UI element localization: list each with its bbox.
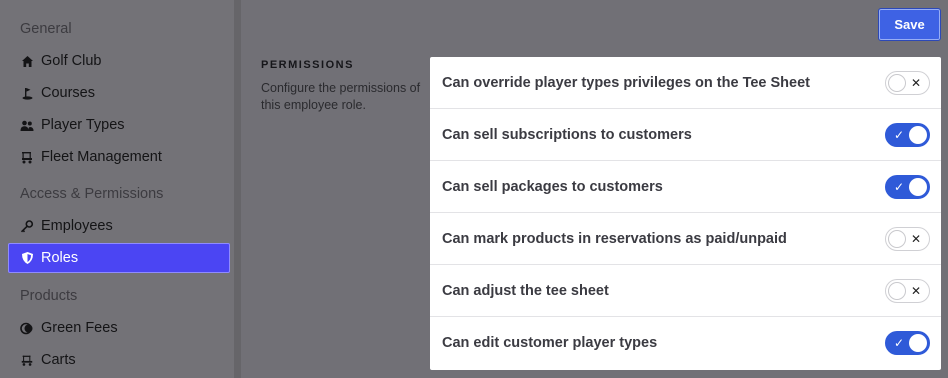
sidebar-item-employees[interactable]: Employees — [8, 211, 230, 241]
sidebar-item-green-fees[interactable]: Green Fees — [8, 313, 230, 343]
sidebar-item-label: Carts — [41, 352, 76, 368]
toggle-knob — [888, 230, 906, 248]
sidebar-item-roles[interactable]: Roles — [8, 243, 230, 273]
toggle-knob — [888, 74, 906, 92]
permission-label: Can sell subscriptions to customers — [442, 126, 692, 143]
sidebar-item-fleet-management[interactable]: Fleet Management — [8, 142, 230, 172]
permission-label: Can edit customer player types — [442, 335, 658, 351]
cart-icon — [20, 353, 34, 367]
x-icon: ✕ — [910, 76, 921, 90]
house-icon — [20, 54, 34, 68]
sidebar-item-label: Roles — [41, 250, 79, 266]
x-icon: ✕ — [910, 232, 921, 246]
permission-toggle[interactable]: ✕ — [885, 279, 930, 303]
sidebar-item-courses[interactable]: Courses — [8, 78, 230, 108]
permission-row-sell-packages: Can sell packages to customers ✓ — [430, 161, 941, 213]
permission-toggle[interactable]: ✓ — [885, 123, 930, 147]
x-icon: ✕ — [910, 284, 921, 298]
golf-cart-icon — [20, 150, 34, 164]
sidebar-item-label: Player Types — [41, 117, 125, 133]
toggle-knob — [909, 334, 927, 352]
sidebar-divider — [234, 0, 241, 378]
permission-row-edit-customer-player-types: Can edit customer player types ✓ — [430, 317, 941, 369]
permission-row-sell-subscriptions: Can sell subscriptions to customers ✓ — [430, 109, 941, 161]
sidebar-item-carts[interactable]: Carts — [8, 345, 230, 375]
permission-toggle[interactable]: ✕ — [885, 227, 930, 251]
toggle-knob — [909, 126, 927, 144]
golf-flag-icon — [20, 86, 34, 100]
permissions-panel: Can override player types privileges on … — [430, 57, 941, 370]
sidebar-item-golf-club[interactable]: Golf Club — [8, 46, 230, 76]
section-title-products: Products — [20, 288, 78, 304]
sidebar-item-label: Fleet Management — [41, 149, 162, 165]
key-icon — [20, 219, 34, 233]
permission-toggle[interactable]: ✓ — [885, 175, 930, 199]
permissions-heading: PERMISSIONS — [261, 59, 354, 71]
sidebar: General Golf Club Courses Player Types F… — [0, 0, 234, 378]
toggle-knob — [888, 282, 906, 300]
sidebar-item-label: Courses — [41, 85, 95, 101]
permission-label: Can mark products in reservations as pai… — [442, 230, 787, 247]
permissions-description: Configure the permissions of this employ… — [261, 81, 421, 112]
permission-toggle[interactable]: ✓ — [885, 331, 930, 355]
permission-label: Can adjust the tee sheet — [442, 282, 609, 299]
toggle-knob — [909, 178, 927, 196]
save-button[interactable]: Save — [878, 8, 941, 41]
section-title-access-permissions: Access & Permissions — [20, 186, 164, 202]
permission-row-override-player-types: Can override player types privileges on … — [430, 57, 941, 109]
permission-label: Can sell packages to customers — [442, 178, 663, 195]
permission-label: Can override player types privileges on … — [442, 74, 811, 91]
section-title-general: General — [20, 21, 72, 37]
users-icon — [20, 118, 34, 132]
sidebar-item-label: Green Fees — [41, 320, 118, 336]
sidebar-item-label: Golf Club — [41, 53, 102, 69]
coins-icon — [20, 321, 34, 335]
permission-row-mark-paid-unpaid: Can mark products in reservations as pai… — [430, 213, 941, 265]
permission-row-adjust-tee-sheet: Can adjust the tee sheet ✕ — [430, 265, 941, 317]
sidebar-item-player-types[interactable]: Player Types — [8, 110, 230, 140]
check-icon: ✓ — [894, 180, 905, 194]
shield-icon — [20, 251, 34, 265]
permission-toggle[interactable]: ✕ — [885, 71, 930, 95]
check-icon: ✓ — [894, 336, 905, 350]
check-icon: ✓ — [894, 128, 905, 142]
sidebar-item-label: Employees — [41, 218, 113, 234]
